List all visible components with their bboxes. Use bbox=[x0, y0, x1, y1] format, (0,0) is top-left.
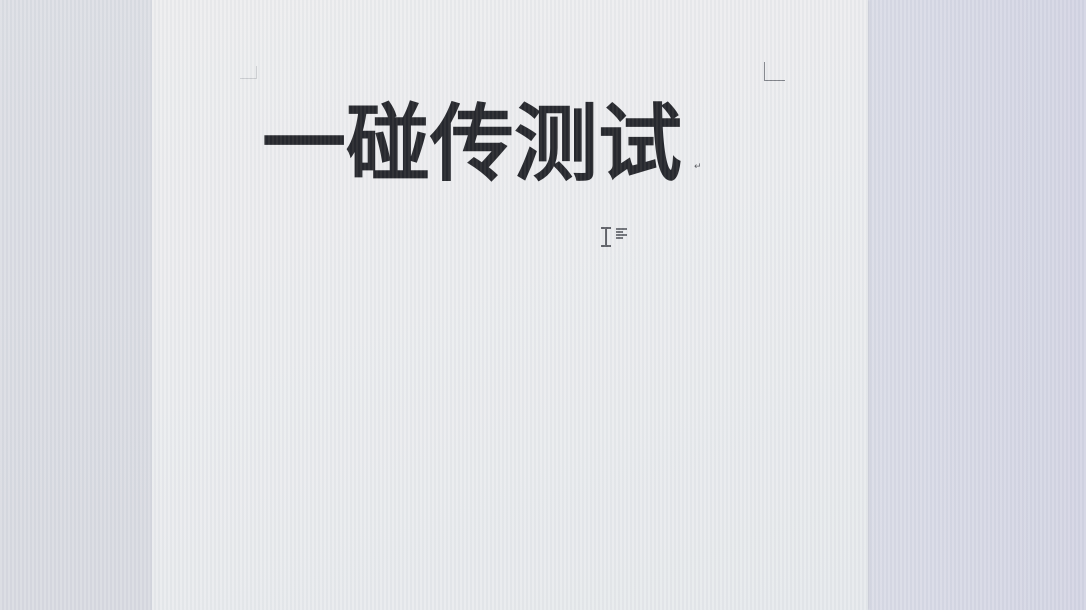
workspace-left-margin bbox=[0, 0, 152, 610]
workspace-right-margin bbox=[868, 0, 1086, 610]
margin-corner-mark-right bbox=[764, 62, 785, 81]
document-page[interactable]: 一碰传测试 ↵ bbox=[152, 0, 868, 610]
margin-corner-mark-left bbox=[240, 66, 257, 79]
left-align-icon bbox=[616, 228, 628, 239]
document-title[interactable]: 一碰传测试 bbox=[262, 96, 702, 192]
i-beam-cursor-icon bbox=[600, 226, 612, 248]
paragraph-mark-icon: ↵ bbox=[694, 162, 702, 172]
